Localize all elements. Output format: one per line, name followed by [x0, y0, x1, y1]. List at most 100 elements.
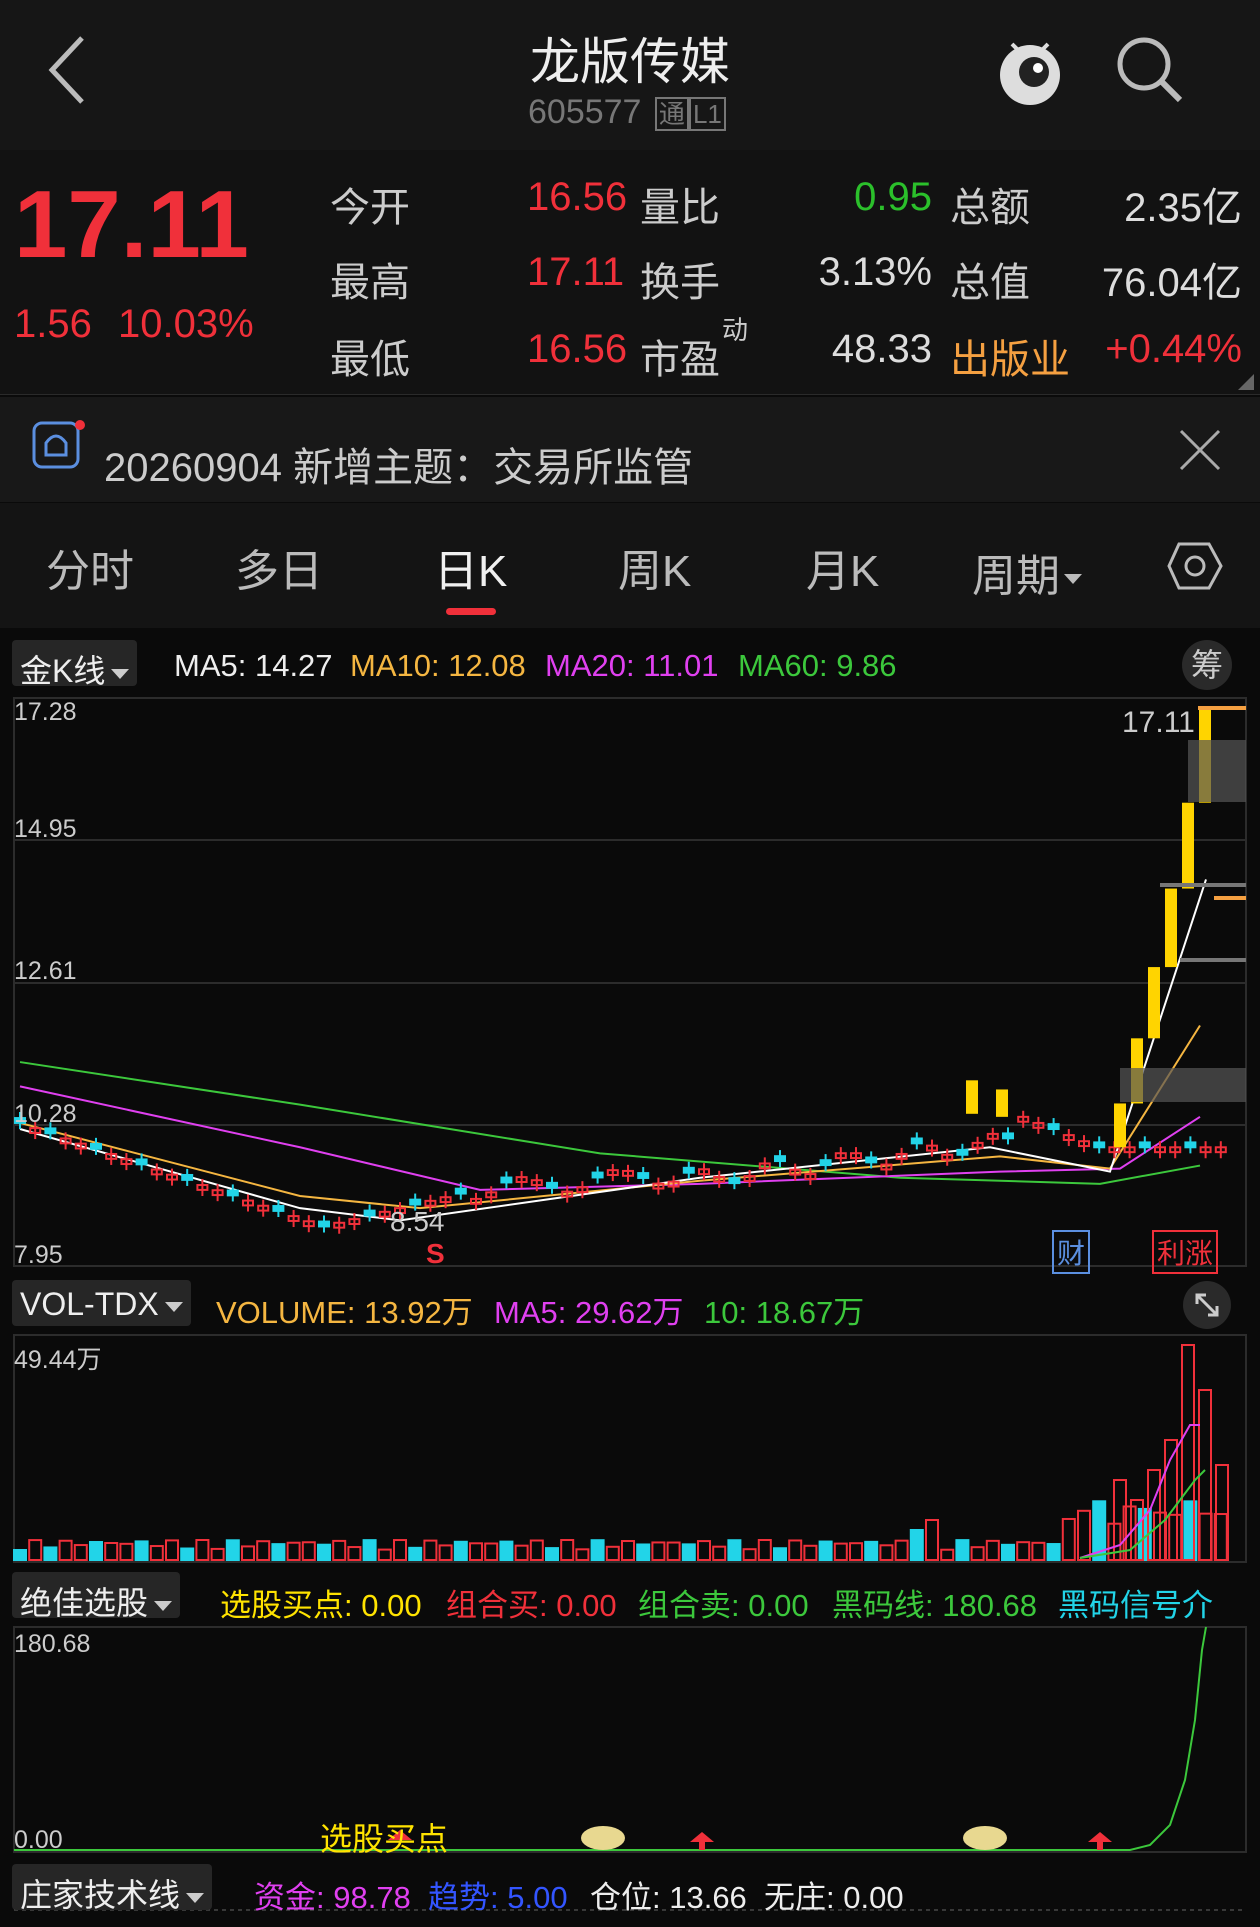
volume-bar — [104, 1542, 119, 1561]
candle-body — [272, 1205, 285, 1212]
volume-bar — [286, 1541, 301, 1562]
volume-bar — [985, 1539, 1000, 1561]
volume-bar — [469, 1542, 483, 1562]
jiajia-selector-label: 绝佳选股 — [20, 1585, 149, 1621]
last-price-label: 17.11 — [1122, 706, 1195, 739]
volume-bar — [545, 1547, 559, 1562]
chevron-down-icon — [186, 1892, 205, 1903]
volume-bar — [393, 1539, 407, 1562]
volume-bar — [879, 1544, 894, 1562]
candle-body — [956, 1148, 969, 1156]
volume-bar — [58, 1539, 73, 1561]
candle-body — [1138, 1141, 1151, 1149]
volume-bar — [210, 1547, 225, 1561]
volume-bar — [697, 1540, 711, 1561]
volume-bar — [757, 1539, 772, 1562]
volume-bar — [773, 1547, 787, 1562]
volume-bar — [925, 1519, 939, 1561]
y-label-3: 12.61 — [14, 957, 77, 985]
candle-body — [1165, 888, 1177, 968]
candle-body — [318, 1220, 330, 1228]
volume-bar — [256, 1540, 271, 1562]
jiajia-indicator-dropdown[interactable]: 绝佳选股 — [12, 1572, 181, 1621]
fund-value: 资金: 98.78 — [254, 1880, 411, 1915]
zhuangjia-indicator-dropdown[interactable]: 庄家技术线 — [12, 1864, 213, 1913]
chevron-down-icon — [154, 1600, 173, 1611]
volume-bar — [636, 1543, 651, 1561]
volume-bar — [484, 1542, 499, 1562]
volume-bar — [1168, 1513, 1183, 1561]
signal-markers — [388, 1826, 1112, 1850]
candle-body — [546, 1181, 558, 1189]
badge-cai[interactable]: 财 — [1052, 1230, 1091, 1274]
combo-buy-value: 组合买: 0.00 — [446, 1588, 617, 1623]
fullscreen-icon[interactable] — [1182, 1280, 1232, 1330]
candle-body — [682, 1166, 695, 1174]
candle-body — [1002, 1132, 1014, 1140]
volume-bar — [134, 1540, 149, 1561]
candle-body — [637, 1172, 650, 1179]
zhuangjia-selector-label: 庄家技术线 — [20, 1877, 181, 1913]
volume-bar — [271, 1543, 286, 1562]
volume-bar — [165, 1539, 179, 1561]
volume-bar — [788, 1539, 803, 1561]
candle-body — [226, 1189, 239, 1197]
candle-body — [1047, 1123, 1060, 1131]
volume-bar — [438, 1544, 453, 1562]
volume-bar — [864, 1540, 879, 1561]
low-price-label: 8.54 — [390, 1206, 445, 1237]
volume-bar — [560, 1539, 575, 1562]
volume-bar — [423, 1539, 438, 1561]
volume-bar — [514, 1544, 529, 1562]
volume-bar — [803, 1544, 818, 1562]
volume-bar — [149, 1545, 164, 1561]
badge-zhang[interactable]: 利涨 — [1152, 1230, 1219, 1274]
volume-bar — [43, 1546, 58, 1561]
candle-body — [591, 1171, 604, 1179]
trend-value: 趋势: 5.00 — [428, 1880, 568, 1915]
volume-bar — [1001, 1543, 1015, 1561]
candle-body — [44, 1127, 57, 1135]
volume-indicator-dropdown[interactable]: VOL-TDX — [12, 1280, 191, 1326]
y-label-4: 10.28 — [14, 1100, 77, 1128]
candle-body — [728, 1177, 741, 1185]
candle-body — [409, 1198, 422, 1206]
candle-body — [1148, 967, 1160, 1039]
volume-bar — [89, 1541, 103, 1562]
volume-bar — [301, 1541, 316, 1562]
volume-bar — [651, 1541, 666, 1562]
volume-bar — [499, 1540, 514, 1562]
y-label-2: 14.95 — [14, 815, 77, 843]
volume-bar — [1198, 1512, 1213, 1561]
volume-ma10-value: 10: 18.67万 — [704, 1295, 865, 1330]
volume-bar — [909, 1529, 924, 1561]
kline-chart[interactable] — [0, 0, 1260, 1927]
volume-bar — [621, 1540, 635, 1562]
buy-point-marker-label: 选股买点 — [320, 1821, 449, 1857]
volume-bar — [575, 1548, 590, 1562]
candle-body — [90, 1142, 102, 1150]
volume-bar — [894, 1539, 909, 1561]
y-label-top: 17.28 — [14, 698, 77, 726]
heima-signal-value: 黑码信号介 — [1058, 1588, 1213, 1623]
volume-bar — [955, 1539, 970, 1561]
volume-bar — [195, 1539, 210, 1562]
volume-value: VOLUME: 13.92万 — [216, 1295, 473, 1330]
jiajia-y-bottom: 0.00 — [14, 1826, 63, 1854]
candle-body — [910, 1137, 923, 1145]
candle-body — [1184, 1141, 1197, 1149]
candle-body — [1114, 1103, 1126, 1148]
volume-ma5-value: MA5: 29.62万 — [494, 1295, 684, 1330]
heima-line — [14, 1626, 1207, 1851]
volume-bar — [332, 1539, 347, 1561]
volume-bar — [408, 1546, 423, 1561]
candle-body — [996, 1089, 1008, 1117]
volume-bar — [849, 1542, 863, 1561]
volume-bar — [727, 1539, 742, 1561]
candle-body — [1182, 802, 1194, 889]
volume-bar — [453, 1540, 468, 1561]
volume-selector-label: VOL-TDX — [20, 1286, 159, 1322]
volume-bar — [605, 1545, 620, 1562]
candle-body — [774, 1155, 786, 1163]
volume-bar — [712, 1545, 727, 1562]
